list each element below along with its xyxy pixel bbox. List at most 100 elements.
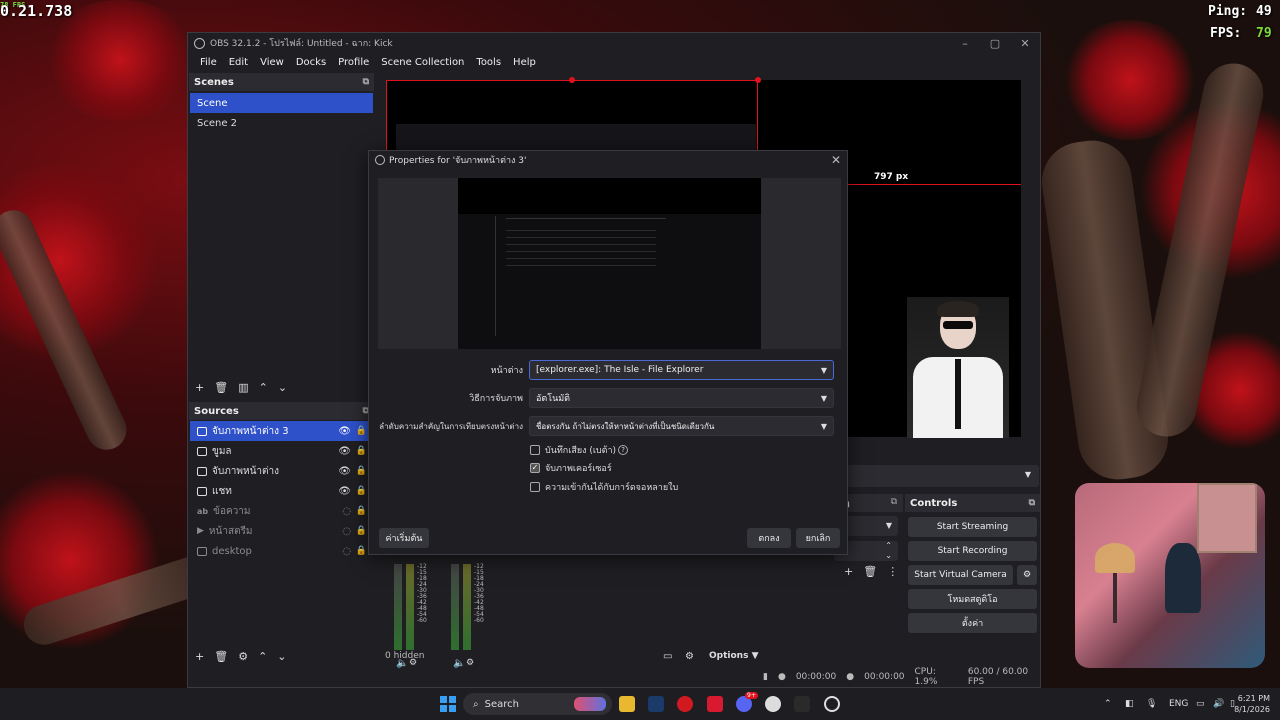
discord-icon[interactable]: 9+ (736, 692, 758, 712)
settings-button[interactable]: ตั้งค่า (908, 613, 1037, 633)
menu-view[interactable]: View (254, 57, 290, 68)
lamp-shade (1095, 543, 1135, 573)
studio-mode-button[interactable]: โหมดสตูดิโอ (908, 589, 1037, 609)
source-item[interactable]: desktop ◌ 🔒 (190, 541, 373, 561)
add-icon[interactable]: + (195, 381, 204, 394)
record-indicator-icon: ● (846, 672, 855, 682)
move-down-icon[interactable]: ⌄ (277, 650, 286, 663)
taskbar-search[interactable]: ⌕ Search (463, 693, 612, 715)
eye-hidden-icon[interactable]: ◌ (342, 506, 351, 517)
lock-icon[interactable]: 🔒 (356, 486, 367, 496)
start-virtual-camera-button[interactable]: Start Virtual Camera (908, 565, 1013, 585)
resize-handle[interactable] (569, 77, 575, 83)
start-streaming-button[interactable]: Start Streaming (908, 517, 1037, 537)
add-icon[interactable]: + (844, 565, 853, 578)
eye-icon[interactable]: 👁 (338, 486, 351, 497)
source-item[interactable]: ab ข้อความ ◌ 🔒 (190, 501, 373, 521)
checkbox-checked[interactable]: ✓ (530, 463, 540, 473)
eye-hidden-icon[interactable]: ◌ (342, 546, 351, 557)
cancel-button[interactable]: ยกเลิก (796, 528, 840, 548)
more-icon[interactable]: ⋮ (887, 565, 898, 578)
help-icon[interactable]: ? (618, 445, 629, 455)
capture-audio-checkbox[interactable]: บันทึกเสียง (เบต้า) ? (530, 443, 629, 457)
gear-icon[interactable]: ⚙ (238, 650, 248, 663)
layout-icon[interactable]: ▭ (663, 651, 672, 662)
opera-icon[interactable] (677, 696, 693, 712)
steam-icon[interactable] (648, 696, 664, 712)
app-icon[interactable] (765, 696, 781, 712)
eye-icon[interactable]: 👁 (338, 466, 351, 477)
menu-help[interactable]: Help (507, 57, 542, 68)
lock-icon[interactable]: 🔒 (356, 466, 367, 476)
filter-icon[interactable]: ▥ (238, 381, 248, 394)
checkbox-box[interactable] (530, 482, 540, 492)
maximize-icon[interactable]: ▢ (980, 37, 1010, 50)
move-down-icon[interactable]: ⌄ (278, 381, 287, 394)
clock[interactable]: 6:21 PM 8/1/2026 (1230, 693, 1270, 715)
chevron-up-icon[interactable]: ⌃ (1104, 699, 1112, 709)
undock-icon[interactable]: ⧉ (1029, 498, 1035, 508)
windows-start-icon[interactable] (440, 696, 456, 712)
app-icon[interactable] (707, 696, 723, 712)
dialog-titlebar[interactable]: Properties for 'จับภาพหน้าต่าง 3' ✕ (369, 151, 847, 169)
source-item[interactable]: จับภาพหน้าต่าง 3 👁 🔒 (190, 421, 373, 441)
ok-button[interactable]: ตกลง (747, 528, 791, 548)
menu-scene-collection[interactable]: Scene Collection (375, 57, 470, 68)
lock-icon[interactable]: 🔒 (356, 446, 367, 456)
menu-file[interactable]: File (194, 57, 223, 68)
menu-docks[interactable]: Docks (290, 57, 332, 68)
scene-item[interactable]: Scene (190, 93, 373, 113)
lock-icon[interactable]: 🔒 (356, 546, 367, 556)
file-explorer-icon[interactable] (619, 696, 635, 712)
trash-icon[interactable]: 🗑 (863, 565, 877, 578)
add-icon[interactable]: + (195, 650, 204, 663)
close-icon[interactable]: ✕ (831, 153, 841, 167)
lock-icon[interactable]: 🔒 (356, 506, 367, 516)
source-item[interactable]: แชท 👁 🔒 (190, 481, 373, 501)
obs-titlebar[interactable]: OBS 32.1.2 - โปรไฟล์: Untitled - ฉาก: Ki… (188, 33, 1040, 53)
stepper-icon[interactable]: ⌃ ⌄ (885, 541, 892, 561)
scene-item[interactable]: Scene 2 (190, 113, 373, 133)
resize-handle[interactable] (755, 77, 761, 83)
source-item[interactable]: จับภาพหน้าต่าง 👁 🔒 (190, 461, 373, 481)
trash-icon[interactable]: 🗑 (214, 381, 228, 394)
virtual-camera-settings-gear-icon[interactable]: ⚙ (1017, 565, 1037, 585)
source-item[interactable]: ▶ หน้าสตรีม ◌ 🔒 (190, 521, 373, 541)
monitor-icon[interactable]: ▭ (1196, 699, 1205, 709)
multi-gpu-checkbox[interactable]: ความเข้ากันได้กับการ์ดจอหลายใบ (530, 480, 678, 494)
options-button[interactable]: Options ▼ (709, 651, 759, 661)
match-priority-select[interactable]: ชื่อตรงกัน ถ้าไม่ตรงให้หาหน้าต่างที่เป็น… (529, 416, 834, 436)
transition-select[interactable]: ▼ (834, 465, 1039, 487)
chevron-down-icon: ▼ (820, 365, 827, 375)
minimize-icon[interactable]: – (950, 37, 980, 50)
capture-cursor-checkbox[interactable]: ✓ จับภาพเคอร์เซอร์ (530, 461, 612, 475)
start-recording-button[interactable]: Start Recording (908, 541, 1037, 561)
network-tray-icon[interactable]: ◧ (1125, 699, 1134, 709)
checkbox-box[interactable] (530, 445, 540, 455)
menu-tools[interactable]: Tools (470, 57, 507, 68)
undock-icon[interactable]: ⧉ (891, 497, 897, 507)
defaults-button[interactable]: ค่าเริ่มต้น (379, 528, 429, 548)
microphone-icon[interactable]: 🎙 (1146, 699, 1157, 709)
lock-icon[interactable]: 🔒 (356, 526, 367, 536)
stream-time: 00:00:00 (795, 672, 837, 682)
undock-icon[interactable]: ⧉ (363, 77, 369, 87)
obs-taskbar-icon[interactable] (824, 696, 840, 712)
menu-profile[interactable]: Profile (332, 57, 375, 68)
mixer-gear-icon[interactable]: ⚙ (685, 651, 694, 662)
capture-method-select[interactable]: อัตโนมัติ ▼ (529, 388, 834, 408)
move-up-icon[interactable]: ⌃ (258, 650, 267, 663)
close-icon[interactable]: ✕ (1010, 37, 1040, 50)
menu-edit[interactable]: Edit (223, 57, 254, 68)
language-indicator[interactable]: ENG (1169, 699, 1188, 709)
game-icon[interactable] (794, 696, 810, 712)
trash-icon[interactable]: 🗑 (214, 650, 228, 663)
source-item[interactable]: ขูมล 👁 🔒 (190, 441, 373, 461)
window-select[interactable]: [explorer.exe]: The Isle - File Explorer… (529, 360, 834, 380)
lock-icon[interactable]: 🔒 (356, 426, 367, 436)
eye-hidden-icon[interactable]: ◌ (342, 526, 351, 537)
volume-icon[interactable]: 🔊 (1213, 699, 1224, 709)
move-up-icon[interactable]: ⌃ (259, 381, 268, 394)
eye-icon[interactable]: 👁 (338, 426, 351, 437)
eye-icon[interactable]: 👁 (338, 446, 351, 457)
